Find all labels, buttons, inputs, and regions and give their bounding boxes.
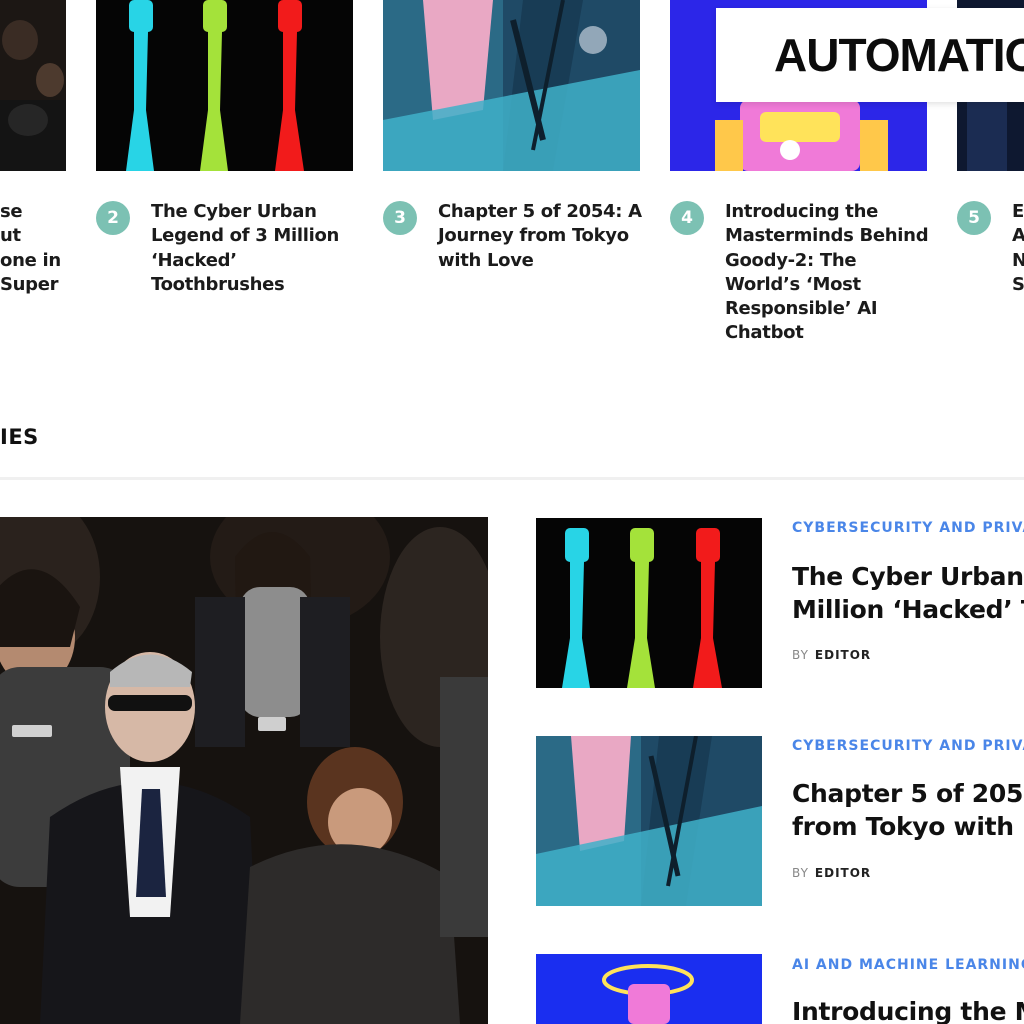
section-divider bbox=[0, 477, 1024, 480]
author-link[interactable]: EDITOR bbox=[815, 648, 871, 662]
trending-thumb-1[interactable] bbox=[0, 0, 66, 171]
article-byline: BY EDITOR bbox=[792, 648, 872, 662]
article-byline: BY EDITOR bbox=[792, 866, 872, 880]
cyber-illustration-image bbox=[536, 736, 762, 906]
article-title[interactable]: Introducing the M bbox=[792, 995, 1024, 1024]
logo-text: AUTOMATIO bbox=[774, 29, 1024, 81]
section-title: IES bbox=[0, 425, 39, 449]
trending-title-1[interactable]: se ut one in Super bbox=[0, 200, 61, 297]
trending-title-4[interactable]: Introducing the Masterminds Behind Goody… bbox=[725, 200, 929, 346]
article-category[interactable]: CYBERSECURITY AND PRIVA bbox=[792, 738, 1024, 754]
author-link[interactable]: EDITOR bbox=[815, 866, 871, 880]
crowd-with-phones-image bbox=[0, 517, 488, 1024]
article-category[interactable]: AI AND MACHINE LEARNING bbox=[792, 957, 1024, 973]
article-category[interactable]: CYBERSECURITY AND PRIVA bbox=[792, 520, 1024, 536]
article-title[interactable]: The Cyber Urban L Million ‘Hacked’ To bbox=[792, 560, 1024, 626]
trending-title-3[interactable]: Chapter 5 of 2054: A Journey from Tokyo … bbox=[438, 200, 642, 273]
cyber-illustration-thumbnail bbox=[383, 0, 640, 171]
trending-number-badge: 3 bbox=[383, 201, 417, 235]
trending-number-badge: 4 bbox=[670, 201, 704, 235]
trending-thumb-3[interactable] bbox=[383, 0, 640, 171]
toothbrushes-thumbnail bbox=[96, 0, 353, 171]
featured-article-image[interactable] bbox=[0, 517, 488, 1024]
trending-number-badge: 5 bbox=[957, 201, 991, 235]
trending-title-5[interactable]: Ex A N S bbox=[1012, 200, 1024, 297]
site-logo[interactable]: AUTOMATIO bbox=[716, 8, 1024, 102]
article-thumbnail[interactable] bbox=[536, 736, 762, 906]
toothbrushes-image bbox=[536, 518, 762, 688]
trending-title-2[interactable]: The Cyber Urban Legend of 3 Million ‘Hac… bbox=[151, 200, 339, 297]
article-thumbnail[interactable] bbox=[536, 954, 762, 1024]
article-thumbnail[interactable] bbox=[536, 518, 762, 688]
trending-thumb-2[interactable] bbox=[96, 0, 353, 171]
article-title[interactable]: Chapter 5 of 2054 from Tokyo with Lo bbox=[792, 777, 1024, 843]
robot-image bbox=[536, 954, 762, 1024]
crowd-thumbnail bbox=[0, 0, 66, 171]
trending-number-badge: 2 bbox=[96, 201, 130, 235]
